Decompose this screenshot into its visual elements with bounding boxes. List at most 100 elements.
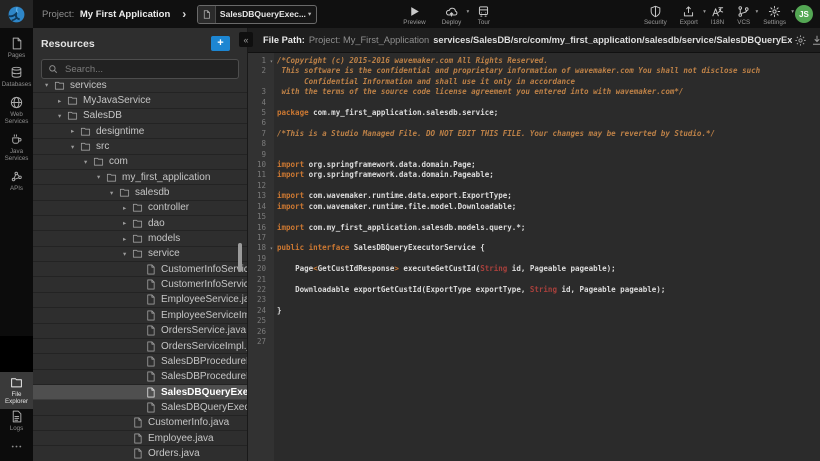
i18n-button[interactable]: I18N: [711, 2, 724, 26]
code-line[interactable]: 9: [248, 150, 820, 160]
chevron-down-icon[interactable]: ▾: [45, 81, 54, 89]
preview-button[interactable]: Preview: [403, 2, 425, 26]
code-line[interactable]: 1▾/*Copyright (c) 2015-2016 wavemaker.co…: [248, 56, 820, 66]
code-line[interactable]: 22 Downloadable exportGetCustId(ExportTy…: [248, 285, 820, 295]
chevron-right-icon[interactable]: ▸: [58, 97, 67, 105]
collapse-panel-button[interactable]: «: [239, 32, 253, 47]
line-number: 24: [248, 306, 274, 316]
code-line-content: [274, 327, 820, 337]
export-button[interactable]: ▾Export: [680, 2, 698, 26]
download-file-button[interactable]: [809, 34, 820, 46]
tree-file-SalesDBQueryExecutorService.java[interactable]: SalesDBQueryExecutorService.java: [33, 385, 247, 400]
code-line[interactable]: 2 This software is the confidential and …: [248, 66, 820, 87]
security-button[interactable]: Security: [644, 2, 667, 26]
sidebar-item-file-explorer[interactable]: File Explorer: [0, 372, 33, 409]
tree-folder-src[interactable]: ▾src: [33, 139, 247, 154]
tree-scrollbar-thumb[interactable]: [238, 243, 242, 272]
code-line[interactable]: 18▾public interface SalesDBQueryExecutor…: [248, 243, 820, 253]
tree-folder-service[interactable]: ▾service: [33, 247, 247, 262]
sidebar-item-pages[interactable]: Pages: [0, 33, 33, 62]
code-line[interactable]: 26: [248, 327, 820, 337]
code-line-content: [274, 316, 820, 326]
code-line[interactable]: 15: [248, 212, 820, 222]
tree-file-EmployeeServiceImpl.java[interactable]: EmployeeServiceImpl.java: [33, 308, 247, 323]
tree-folder-SalesDB[interactable]: ▾SalesDB: [33, 109, 247, 124]
tree-folder-my_first_application[interactable]: ▾ my_first_application: [33, 170, 247, 185]
chevron-down-icon[interactable]: ▾: [110, 189, 119, 197]
code-line[interactable]: 11import org.springframework.data.domain…: [248, 170, 820, 180]
tree-folder-dao[interactable]: ▸dao: [33, 216, 247, 231]
open-file-dropdown[interactable]: SalesDBQueryExec... ▾: [197, 5, 317, 24]
tour-button[interactable]: Tour: [477, 2, 490, 26]
code-line[interactable]: 19: [248, 254, 820, 264]
tree-folder-services[interactable]: ▾services: [33, 78, 247, 93]
sidebar-item-logs[interactable]: Logs: [0, 406, 33, 435]
editor-settings-button[interactable]: [792, 34, 809, 47]
code-line[interactable]: 12: [248, 181, 820, 191]
chevron-down-icon[interactable]: ▾: [123, 250, 132, 258]
tree-file-EmployeeService.java[interactable]: EmployeeService.java: [33, 293, 247, 308]
tree-file-Orders.java[interactable]: Orders.java: [33, 446, 247, 461]
chevron-down-icon[interactable]: ▾: [58, 112, 67, 120]
tree-folder-controller[interactable]: ▸controller: [33, 201, 247, 216]
code-line-content: Page<GetCustIdResponse> executeGetCustId…: [274, 264, 820, 274]
code-line[interactable]: 10import org.springframework.data.domain…: [248, 160, 820, 170]
tree-file-SalesDBProcedureExecutorServiceImpl.java[interactable]: SalesDBProcedureExecutorServiceImpl.java: [33, 370, 247, 385]
code-editor[interactable]: 1▾/*Copyright (c) 2015-2016 wavemaker.co…: [248, 53, 820, 461]
tree-file-OrdersService.java[interactable]: OrdersService.java: [33, 324, 247, 339]
code-line[interactable]: 23: [248, 295, 820, 305]
wavemaker-logo[interactable]: [0, 0, 33, 28]
chevron-right-icon[interactable]: ▸: [123, 235, 132, 243]
chevron-right-icon[interactable]: ▸: [71, 127, 80, 135]
tree-file-SalesDBProcedureExecutorService.java[interactable]: SalesDBProcedureExecutorService.java: [33, 354, 247, 369]
code-line[interactable]: 24}: [248, 306, 820, 316]
vcs-button[interactable]: ▾VCS: [737, 2, 750, 26]
code-line[interactable]: 20 Page<GetCustIdResponse> executeGetCus…: [248, 264, 820, 274]
add-resource-button[interactable]: +: [211, 36, 230, 51]
code-line[interactable]: 27: [248, 337, 820, 347]
code-line[interactable]: 14import com.wavemaker.runtime.file.mode…: [248, 202, 820, 212]
code-line[interactable]: 4: [248, 98, 820, 108]
tree-folder-designtime[interactable]: ▸designtime: [33, 124, 247, 139]
user-avatar[interactable]: JS: [795, 5, 813, 23]
search-input[interactable]: [63, 63, 232, 76]
tree-item-label: my_first_application: [122, 172, 210, 183]
code-line[interactable]: 21: [248, 275, 820, 285]
code-line-content: [274, 254, 820, 264]
code-line[interactable]: 17: [248, 233, 820, 243]
chevron-right-icon[interactable]: ▸: [123, 204, 132, 212]
tree-file-OrdersServiceImpl.java[interactable]: OrdersServiceImpl.java: [33, 339, 247, 354]
sidebar-item-web-services[interactable]: Web Services: [0, 92, 33, 129]
code-line[interactable]: 13import com.wavemaker.runtime.data.expo…: [248, 191, 820, 201]
code-line[interactable]: 8: [248, 139, 820, 149]
code-line[interactable]: 5package com.my_first_application.salesd…: [248, 108, 820, 118]
sidebar-item-java-services[interactable]: Java Services: [0, 129, 33, 166]
code-line[interactable]: 25: [248, 316, 820, 326]
tree-file-CustomerInfo.java[interactable]: CustomerInfo.java: [33, 416, 247, 431]
sidebar-item-apis[interactable]: APIs: [0, 166, 33, 195]
tree-folder-salesdb[interactable]: ▾salesdb: [33, 185, 247, 200]
code-line[interactable]: 16import com.my_first_application.salesd…: [248, 223, 820, 233]
tree-folder-com[interactable]: ▾com: [33, 155, 247, 170]
more-menu-button[interactable]: [0, 440, 33, 453]
chevron-down-icon[interactable]: ▾: [97, 173, 106, 181]
action-label: Security: [644, 19, 667, 26]
chevron-down-icon[interactable]: ▾: [84, 158, 93, 166]
sidebar-item-databases[interactable]: Databases: [0, 62, 33, 91]
chevron-right-icon[interactable]: ▸: [123, 219, 132, 227]
tree-file-Employee.java[interactable]: Employee.java: [33, 431, 247, 446]
chevron-down-icon[interactable]: ▾: [71, 143, 80, 151]
line-number: 6: [248, 118, 274, 128]
tree-file-SalesDBQueryExecutorServiceImpl.java[interactable]: SalesDBQueryExecutorServiceImpl.java: [33, 400, 247, 415]
tree-file-CustomerInfoServiceImpl.java[interactable]: CustomerInfoServiceImpl.java: [33, 277, 247, 292]
tree-folder-models[interactable]: ▸models: [33, 231, 247, 246]
settings-button[interactable]: ▾Settings: [763, 2, 786, 26]
code-line-content: import com.wavemaker.runtime.data.export…: [274, 191, 820, 201]
line-number: 21: [248, 275, 274, 285]
code-line[interactable]: 7/*This is a Studio Managed File. DO NOT…: [248, 129, 820, 139]
deploy-button[interactable]: ▾Deploy: [442, 2, 462, 26]
code-line[interactable]: 3 with the terms of the source code lice…: [248, 87, 820, 97]
tree-folder-MyJavaService[interactable]: ▸MyJavaService: [33, 93, 247, 108]
code-line[interactable]: 6: [248, 118, 820, 128]
tree-file-CustomerInfoService.java[interactable]: CustomerInfoService.java: [33, 262, 247, 277]
